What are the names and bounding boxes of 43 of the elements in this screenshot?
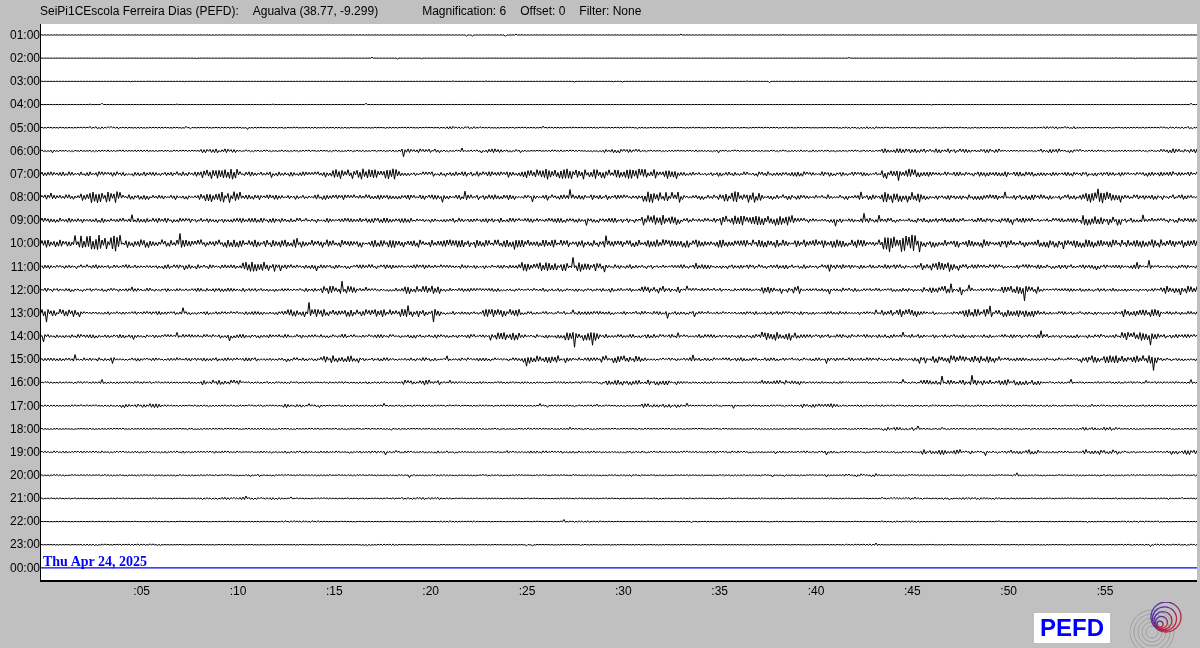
hour-label: 21:00 [8,490,40,508]
minute-tick-label: :35 [711,584,728,598]
hour-label: 22:00 [8,513,40,531]
hour-label: 17:00 [8,397,40,415]
minute-tick-label: :05 [133,584,150,598]
minute-tick-label: :45 [904,584,921,598]
hour-label: 01:00 [8,27,40,44]
hour-label: 20:00 [8,466,40,484]
hour-label: 13:00 [8,304,40,322]
minute-tick-label: :40 [807,584,825,598]
magnification-value: Magnification: 6 [422,4,507,18]
logo-badge: PEFD [1034,613,1110,643]
minute-tick-label: :30 [615,584,632,598]
station-location: Agualva (38.77, -9.299) [252,4,379,18]
date-label: Thu Apr 24, 2025 [43,554,147,570]
hour-label: 06:00 [8,142,40,160]
hour-label: 15:00 [8,351,40,369]
concentric-rings-icon [1130,602,1182,648]
hour-label: 04:00 [8,96,40,114]
hour-label: 19:00 [8,443,40,461]
hour-label: 18:00 [8,420,40,438]
minute-tick-label: :10 [229,584,247,598]
filter-value: Filter: None [579,4,642,18]
hour-label: 07:00 [8,165,40,183]
minute-tick-label: :55 [1096,584,1114,598]
minute-tick-label: :50 [1000,584,1017,598]
minute-tick-label: :20 [422,584,439,598]
hour-label: 16:00 [8,374,40,392]
hour-label: 08:00 [8,189,40,207]
hour-label: 03:00 [8,73,40,91]
hour-label: 11:00 [9,258,40,276]
minute-tick-label: :25 [518,584,536,598]
hour-label: 14:00 [8,328,40,346]
station-name: SeiPi1CEscola Ferreira Dias (PEFD): [40,4,239,18]
hour-label: 23:00 [8,536,40,554]
minute-tick-label: :15 [326,584,343,598]
hour-label: 12:00 [8,281,40,299]
hour-label: 00:00 [8,559,40,577]
hour-label: 10:00 [8,235,40,253]
hour-label: 05:00 [8,119,40,137]
hour-label: 09:00 [8,212,40,230]
hour-label: 02:00 [8,50,40,68]
offset-value: Offset: 0 [520,4,566,18]
